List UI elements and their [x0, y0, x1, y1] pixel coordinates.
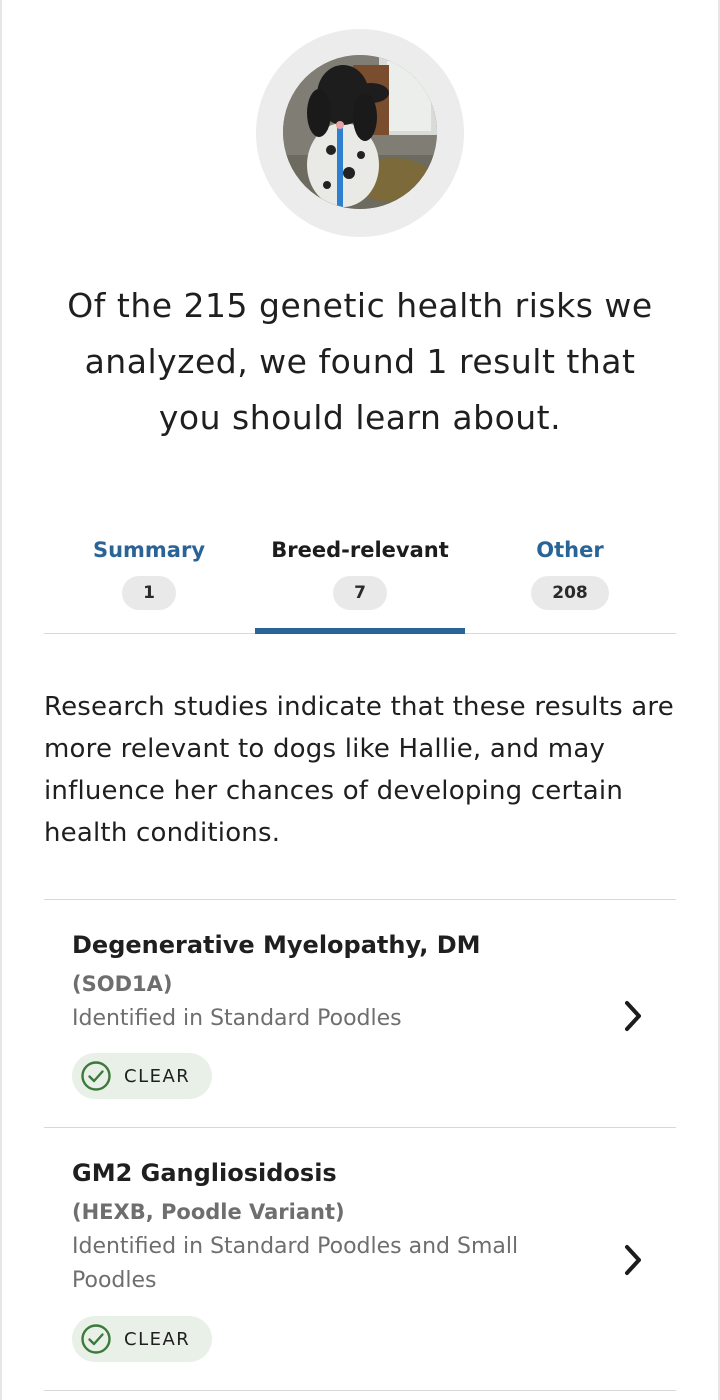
tab-breed-relevant[interactable]: Breed-relevant 7 — [255, 530, 465, 634]
divider — [44, 1390, 676, 1391]
status-text: CLEAR — [124, 1065, 191, 1087]
status-badge: CLEAR — [72, 1053, 213, 1099]
result-gene: (SOD1A) — [72, 972, 173, 996]
tab-breed-relevant-label: Breed-relevant — [271, 538, 449, 562]
result-title: GM2 Gangliosidosis — [72, 1159, 337, 1187]
tab-breed-relevant-count: 7 — [333, 576, 387, 610]
status-text: CLEAR — [124, 1328, 191, 1350]
check-circle-icon — [81, 1324, 111, 1354]
chevron-right-icon[interactable] — [618, 998, 648, 1034]
tab-other-label: Other — [536, 538, 604, 562]
breed-relevant-description: Research studies indicate that these res… — [44, 692, 674, 848]
results-tabs: Summary 1 Breed-relevant 7 Other 208 — [44, 530, 676, 634]
chevron-right-icon[interactable] — [618, 1242, 648, 1278]
dog-photo-image — [283, 55, 437, 209]
result-gene: (HEXB, Poodle Variant) — [72, 1200, 345, 1224]
tab-summary[interactable]: Summary 1 — [44, 530, 254, 634]
tab-other-count: 208 — [531, 576, 609, 610]
result-item-gm2-gangliosidosis[interactable]: GM2 Gangliosidosis (HEXB, Poodle Variant… — [44, 1128, 676, 1390]
tab-other[interactable]: Other 208 — [465, 530, 675, 634]
health-risk-headline: Of the 215 genetic health risks we analy… — [67, 286, 653, 437]
result-title: Degenerative Myelopathy, DM — [72, 931, 481, 959]
status-badge: CLEAR — [72, 1316, 213, 1362]
check-circle-icon — [81, 1061, 111, 1091]
result-identified: Identified in Standard Poodles and Small… — [72, 1234, 519, 1293]
dog-avatar[interactable] — [283, 55, 437, 209]
tab-summary-count: 1 — [122, 576, 176, 610]
tab-summary-label: Summary — [92, 538, 206, 562]
result-item-degenerative-myelopathy[interactable]: Degenerative Myelopathy, DM (SOD1A) Iden… — [44, 900, 676, 1127]
active-tab-indicator — [255, 628, 465, 634]
result-identified: Identified in Standard Poodles — [72, 1006, 402, 1031]
